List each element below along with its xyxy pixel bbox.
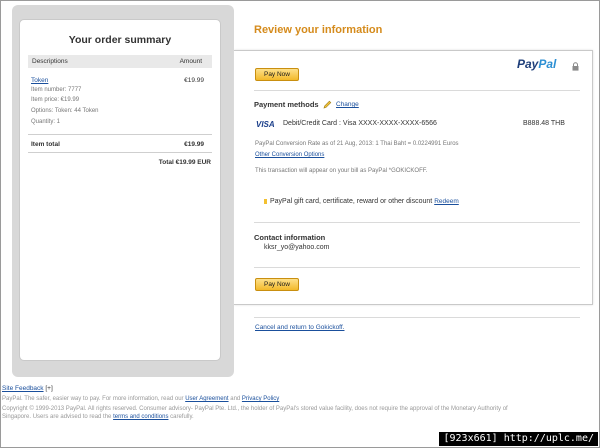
header-descriptions: Descriptions: [32, 58, 68, 65]
gift-bullet: [264, 199, 267, 204]
cancel-return-link[interactable]: Cancel and return to Gokickoff.: [255, 324, 344, 331]
footer-carefully: carefully.: [170, 414, 194, 420]
summary-divider: [28, 134, 212, 135]
review-divider: [254, 267, 580, 268]
header-amount: Amount: [179, 58, 202, 65]
item-number: Item number: 7777: [31, 87, 82, 93]
contact-info-label: Contact information: [254, 233, 326, 242]
review-title: Review your information: [254, 24, 383, 36]
user-agreement-link[interactable]: User Agreement: [185, 396, 228, 402]
redeem-link[interactable]: Redeem: [434, 198, 459, 205]
cancel-divider: [254, 317, 580, 318]
footer-line-1: PayPal. The safer, easier way to pay. Fo…: [2, 396, 596, 404]
item-total-label: Item total: [31, 141, 60, 148]
lock-icon: [572, 62, 579, 71]
review-divider: [254, 222, 580, 223]
paypal-logo-pay: Pay: [517, 57, 539, 71]
order-summary-card: Your order summary Descriptions Amount T…: [19, 19, 221, 361]
footer-and: and: [230, 396, 241, 402]
summary-divider: [28, 152, 212, 153]
paypal-logo: PayPal: [517, 57, 556, 71]
card-amount: B888.48 THB: [523, 120, 565, 127]
footer-line-3: Singapore. Users are advised to read the…: [2, 414, 596, 422]
payment-methods-label: Payment methods: [254, 100, 319, 109]
item-options: Options: Token: 44 Token: [31, 108, 99, 114]
item-price: Item price: €19.99: [31, 97, 80, 103]
paypal-logo-pal: Pal: [538, 57, 557, 71]
terms-link[interactable]: terms and conditions: [113, 414, 168, 420]
footer-line-2: Copyright © 1999-2013 PayPal. All rights…: [2, 406, 508, 412]
contact-email: kksr_yo@yahoo.com: [264, 244, 330, 251]
pencil-icon: [323, 100, 332, 109]
footer-advisory: Singapore. Users are advised to read the: [2, 414, 112, 420]
visa-icon: VISA: [256, 120, 275, 129]
review-divider: [254, 90, 580, 91]
card-info: Debit/Credit Card : Visa XXXX-XXXX-XXXX-…: [283, 120, 437, 127]
site-feedback-link[interactable]: Site Feedback: [2, 385, 44, 392]
pay-now-button-top[interactable]: Pay Now: [255, 68, 299, 81]
item-quantity: Quantity: 1: [31, 119, 61, 125]
site-feedback-expand[interactable]: [+]: [45, 385, 52, 392]
conversion-rate-text: PayPal Conversion Rate as of 21 Aug, 201…: [255, 141, 459, 147]
statement-text: This transaction will appear on your bil…: [255, 168, 428, 174]
site-feedback: Site Feedback [+]: [2, 385, 53, 392]
summary-table-header: Descriptions Amount: [28, 55, 212, 68]
gift-card-text: PayPal gift card, certificate, reward or…: [270, 198, 459, 205]
grand-total: Total €19.99 EUR: [158, 159, 211, 166]
watermark: [923x661] http://uplc.me/: [439, 432, 598, 446]
item-name-link[interactable]: Token: [31, 77, 48, 84]
change-payment-link[interactable]: Change: [336, 101, 359, 108]
gift-card-label: PayPal gift card, certificate, reward or…: [270, 198, 433, 205]
item-amount: €19.99: [184, 77, 204, 84]
other-conversion-link[interactable]: Other Conversion Options: [255, 152, 324, 158]
footer-tagline: PayPal. The safer, easier way to pay. Fo…: [2, 396, 184, 402]
privacy-policy-link[interactable]: Privacy Policy: [242, 396, 279, 402]
pay-now-button-bottom[interactable]: Pay Now: [255, 278, 299, 291]
item-total-value: €19.99: [184, 141, 204, 148]
summary-title: Your order summary: [68, 34, 172, 46]
